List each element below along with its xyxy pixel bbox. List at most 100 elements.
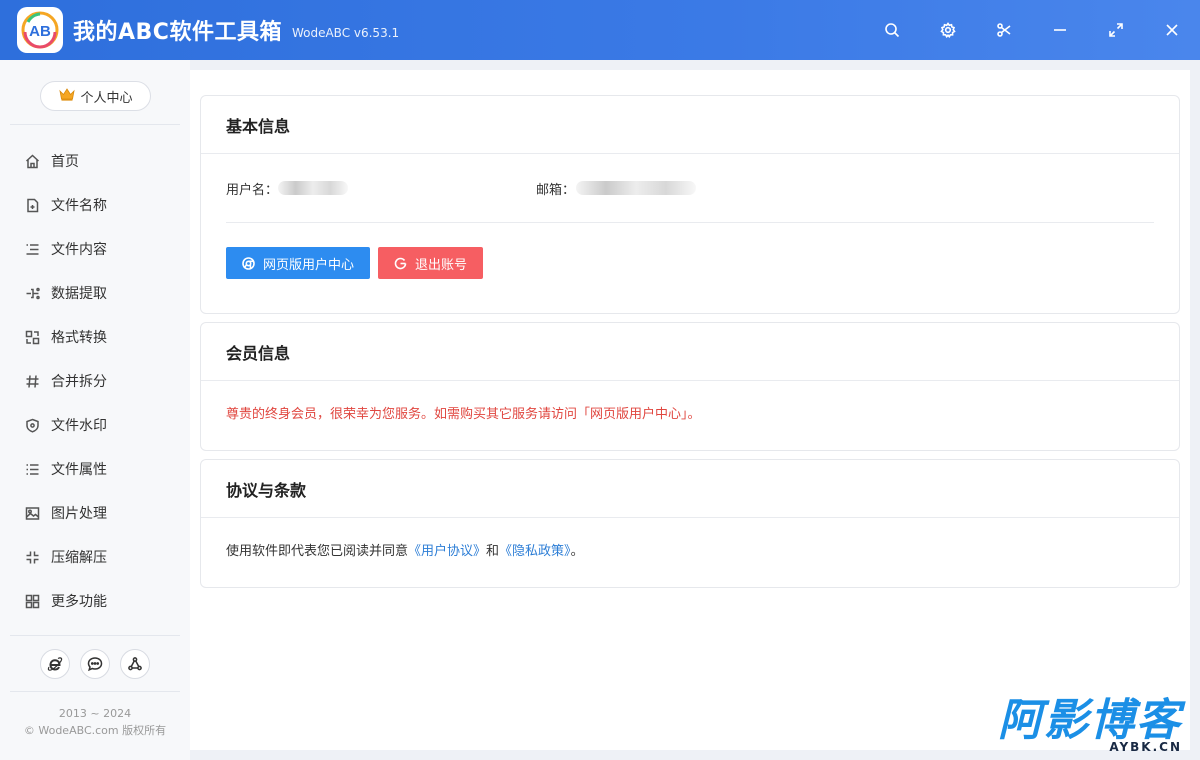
close-button[interactable]	[1144, 0, 1200, 60]
sidebar-item-label: 文件内容	[51, 242, 107, 258]
sidebar-item-label: 首页	[51, 154, 79, 170]
terms-suffix: 。	[570, 544, 584, 559]
sidebar-item-format-convert[interactable]: 格式转换	[0, 315, 190, 359]
chat-bubble-icon	[87, 657, 103, 672]
member-info-card: 会员信息 尊贵的终身会员，很荣幸为您服务。如需购买其它服务请访问「网页版用户中心…	[200, 322, 1180, 451]
sidebar-nav: 首页 文件名称 文件内容 数据提取 格式转换 合并拆分 文件水印 文件属性 图片…	[0, 139, 190, 623]
chrome-icon	[242, 256, 255, 270]
list-icon	[26, 463, 39, 475]
svg-text:AB: AB	[29, 23, 51, 40]
ie-browser-icon	[47, 657, 63, 671]
basic-info-body: 用户名： 邮箱： 网页版用户中心 退出账号	[201, 154, 1179, 303]
terms-message: 使用软件即代表您已阅读并同意《用户协议》和《隐私政策》。	[226, 518, 1154, 586]
sidebar-divider	[10, 691, 180, 692]
card-title: 基本信息	[201, 96, 1179, 154]
scissors-icon	[997, 23, 1011, 37]
maximize-button[interactable]	[1088, 0, 1144, 60]
sidebar-item-file-properties[interactable]: 文件属性	[0, 447, 190, 491]
copyright-years: 2013 ~ 2024	[58, 707, 132, 720]
grid-icon	[25, 594, 40, 608]
card-title: 协议与条款	[201, 460, 1179, 518]
sidebar-item-label: 文件名称	[51, 198, 107, 214]
account-actions: 网页版用户中心 退出账号	[226, 223, 1154, 303]
app-logo: AB	[17, 7, 63, 53]
app-logo-icon: AB	[21, 11, 59, 49]
sidebar-item-label: 格式转换	[51, 330, 107, 346]
sidebar-item-label: 合并拆分	[51, 374, 107, 390]
maximize-icon	[1109, 23, 1123, 37]
email-value-redacted	[576, 181, 696, 195]
settings-button[interactable]	[920, 0, 976, 60]
website-link[interactable]	[40, 649, 70, 679]
sidebar-item-label: 文件属性	[51, 462, 107, 478]
sidebar-item-label: 图片处理	[51, 506, 107, 522]
file-rename-icon	[27, 198, 39, 212]
sidebar: 个人中心 首页 文件名称 文件内容 数据提取 格式转换 合并拆分 文件水印 文件…	[0, 60, 190, 760]
watermark-title: 阿影博客	[998, 695, 1182, 746]
username-value-redacted	[278, 181, 348, 195]
user-agreement-link[interactable]: 《用户协议》	[408, 544, 486, 559]
sidebar-item-label: 更多功能	[51, 594, 107, 610]
sidebar-item-label: 压缩解压	[51, 550, 107, 566]
sidebar-item-file-name[interactable]: 文件名称	[0, 183, 190, 227]
logout-button[interactable]: 退出账号	[378, 247, 484, 279]
app-version: WodeABC v6.53.1	[291, 26, 400, 40]
extract-icon	[26, 287, 40, 299]
email-label: 邮箱：	[536, 183, 576, 198]
logout-label: 退出账号	[415, 257, 468, 273]
terms-conjunction: 和	[486, 544, 500, 559]
sidebar-item-image-process[interactable]: 图片处理	[0, 491, 190, 535]
web-user-center-label: 网页版用户中心	[263, 257, 355, 273]
feedback-link[interactable]	[80, 649, 110, 679]
shield-icon	[26, 418, 39, 433]
screenshot-button[interactable]	[976, 0, 1032, 60]
sidebar-item-merge-split[interactable]: 合并拆分	[0, 359, 190, 403]
username-label: 用户名：	[226, 183, 279, 198]
member-info-body: 尊贵的终身会员，很荣幸为您服务。如需购买其它服务请访问「网页版用户中心」。	[201, 381, 1179, 449]
terms-body: 使用软件即代表您已阅读并同意《用户协议》和《隐私政策》。	[201, 518, 1179, 586]
hash-icon	[26, 374, 39, 388]
share-network-icon	[128, 657, 142, 671]
social-links	[40, 649, 150, 679]
site-watermark: 阿影博客 AYBK.CN	[998, 695, 1182, 755]
image-icon	[25, 506, 40, 520]
logout-icon	[394, 257, 407, 269]
sidebar-item-label: 文件水印	[51, 418, 107, 434]
terms-prefix: 使用软件即代表您已阅读并同意	[226, 544, 409, 559]
minimize-button[interactable]	[1032, 0, 1088, 60]
sidebar-item-compress[interactable]: 压缩解压	[0, 535, 190, 579]
main-content: 基本信息 用户名： 邮箱： 网页版用户中心 退出账号 会员信息 尊贵的终身会员，…	[190, 70, 1190, 750]
member-message: 尊贵的终身会员，很荣幸为您服务。如需购买其它服务请访问「网页版用户中心」。	[226, 407, 701, 422]
sidebar-item-watermark[interactable]: 文件水印	[0, 403, 190, 447]
basic-info-card: 基本信息 用户名： 邮箱： 网页版用户中心 退出账号	[200, 95, 1180, 314]
sidebar-item-data-extract[interactable]: 数据提取	[0, 271, 190, 315]
sidebar-item-home[interactable]: 首页	[0, 139, 190, 183]
sidebar-divider	[10, 124, 180, 125]
web-user-center-button[interactable]: 网页版用户中心	[226, 247, 371, 279]
search-button[interactable]	[864, 0, 920, 60]
profile-center-label: 个人中心	[80, 90, 133, 106]
search-icon	[885, 23, 900, 38]
minimize-icon	[1054, 29, 1066, 31]
close-icon	[1166, 24, 1178, 36]
sidebar-item-more[interactable]: 更多功能	[0, 579, 190, 623]
list-icon	[26, 243, 39, 255]
card-title: 会员信息	[201, 323, 1179, 381]
account-row: 用户名： 邮箱：	[226, 154, 1154, 222]
sidebar-divider	[10, 635, 180, 636]
crown-icon	[58, 86, 76, 106]
privacy-policy-link[interactable]: 《隐私政策》	[499, 544, 571, 559]
app-title: 我的ABC软件工具箱	[73, 20, 282, 45]
title-bar: AB 我的ABC软件工具箱 WodeABC v6.53.1	[0, 0, 1200, 60]
convert-icon	[25, 330, 40, 344]
copyright-text: © WodeABC.com 版权所有	[23, 724, 167, 737]
terms-card: 协议与条款 使用软件即代表您已阅读并同意《用户协议》和《隐私政策》。	[200, 459, 1180, 588]
home-icon	[25, 153, 40, 168]
gear-icon	[940, 22, 956, 38]
window-controls	[864, 0, 1200, 60]
compress-icon	[26, 551, 39, 563]
sidebar-item-file-content[interactable]: 文件内容	[0, 227, 190, 271]
sidebar-item-label: 数据提取	[51, 286, 107, 302]
share-link[interactable]	[120, 649, 150, 679]
profile-center-button[interactable]: 个人中心	[40, 81, 151, 111]
